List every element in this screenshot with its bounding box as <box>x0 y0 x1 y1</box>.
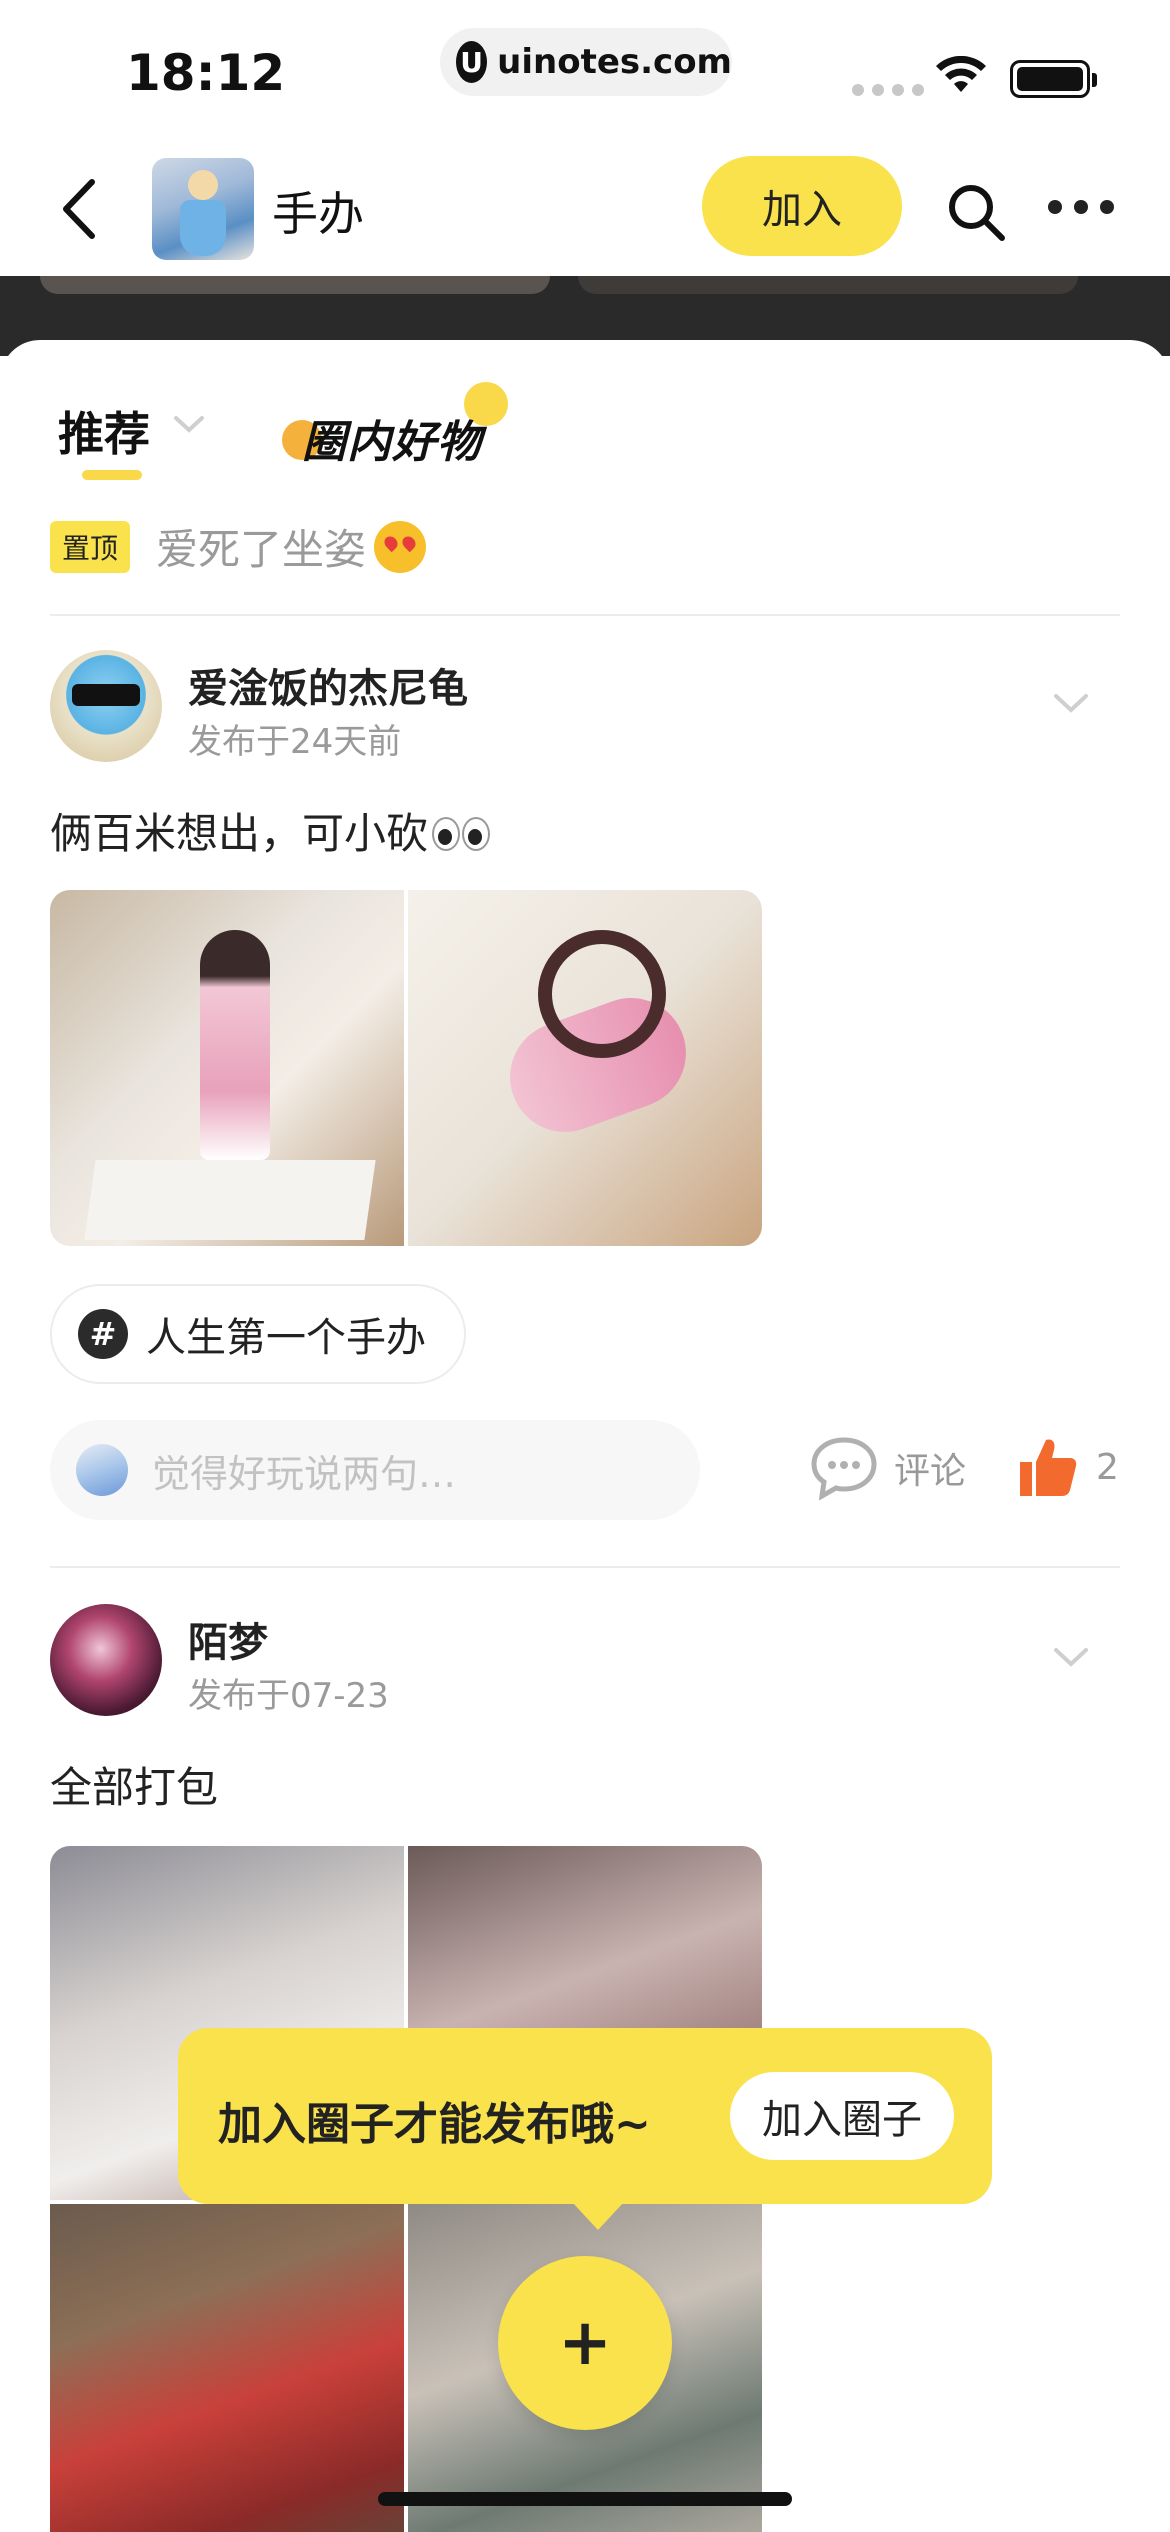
status-bar: 18:12 U uinotes.com <box>0 0 1170 140</box>
hashtag-icon: # <box>78 1309 128 1359</box>
chevron-down-icon[interactable] <box>1052 1644 1090 1670</box>
more-icon[interactable] <box>1048 200 1114 214</box>
circle-title: 手办 <box>272 187 364 241</box>
signal-icon <box>852 84 924 96</box>
pinned-text: 爱死了坐姿 <box>156 525 367 574</box>
comment-placeholder: 觉得好玩说两句… <box>152 1451 457 1496</box>
join-circle-button[interactable]: 加入圈子 <box>730 2072 954 2160</box>
tab-goods[interactable]: 圈内好物 <box>282 382 512 472</box>
avatar[interactable] <box>50 1604 162 1716</box>
search-icon[interactable] <box>944 180 1008 244</box>
pinned-post[interactable]: 置顶 爱死了坐姿 <box>50 516 427 577</box>
divider <box>50 614 1120 616</box>
topic-label: 人生第一个手办 <box>146 1315 426 1361</box>
header: 手办 加入 <box>0 140 1170 276</box>
join-button[interactable]: 加入 <box>702 156 902 256</box>
thumbs-up-icon <box>1020 1439 1077 1496</box>
avatar[interactable] <box>50 650 162 762</box>
comment-label: 评论 <box>894 1451 967 1492</box>
heart-eyes-emoji-icon <box>374 520 427 573</box>
post-image[interactable] <box>50 890 404 1246</box>
comment-button[interactable]: 评论 <box>810 1436 966 1500</box>
eyes-emoji-icon <box>432 812 492 861</box>
comment-icon <box>811 1437 877 1500</box>
status-time: 18:12 <box>126 44 286 102</box>
chevron-down-icon[interactable] <box>1052 690 1090 716</box>
back-icon[interactable] <box>52 174 112 244</box>
post-time: 发布于24天前 <box>188 722 402 762</box>
pinned-badge: 置顶 <box>50 520 131 573</box>
user-avatar <box>76 1444 128 1496</box>
publish-button[interactable]: + <box>498 2256 672 2430</box>
tab-recommend[interactable]: 推荐 <box>58 398 150 464</box>
join-prompt-toast: 加入圈子才能发布哦~ 加入圈子 <box>178 2028 992 2230</box>
toast-text: 加入圈子才能发布哦~ <box>218 2099 651 2150</box>
tab-goods-label: 圈内好物 <box>302 417 482 468</box>
comment-input[interactable]: 觉得好玩说两句… <box>50 1420 700 1520</box>
site-logo-icon: U <box>456 41 488 83</box>
post-image[interactable] <box>408 890 762 1246</box>
wifi-icon <box>936 56 986 92</box>
post-image[interactable] <box>50 2204 404 2532</box>
url-text: uinotes.com <box>497 42 732 82</box>
post-time: 发布于07-23 <box>188 1676 389 1716</box>
post-author[interactable]: 陌梦 <box>188 1610 268 1668</box>
like-button[interactable]: 2 <box>1014 1434 1119 1500</box>
url-pill[interactable]: U uinotes.com <box>440 28 732 96</box>
divider <box>50 1566 1120 1568</box>
post-content: 俩百米想出，可小砍 <box>50 800 492 861</box>
circle-avatar[interactable] <box>152 158 254 260</box>
post-author[interactable]: 爱淦饭的杰尼龟 <box>188 656 468 714</box>
chevron-down-icon[interactable] <box>172 412 206 436</box>
post-image-grid <box>50 890 762 1246</box>
post-content: 全部打包 <box>50 1763 219 1812</box>
battery-icon <box>1010 60 1097 98</box>
topic-tag[interactable]: # 人生第一个手办 <box>50 1284 466 1384</box>
home-indicator[interactable] <box>378 2492 792 2506</box>
post-content-text: 俩百米想出，可小砍 <box>50 809 429 858</box>
tab-active-indicator <box>82 470 142 480</box>
like-count: 2 <box>1096 1446 1119 1488</box>
plus-icon: + <box>558 2306 612 2380</box>
